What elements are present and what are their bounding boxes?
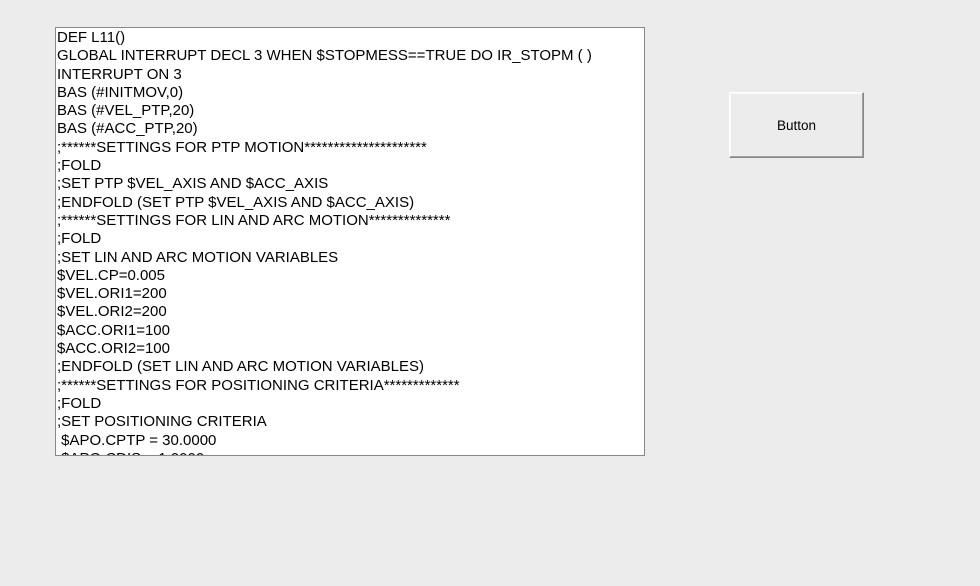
code-textarea[interactable]: DEF L11() GLOBAL INTERRUPT DECL 3 WHEN $… (55, 27, 645, 456)
action-button[interactable]: Button (729, 92, 864, 158)
code-text: DEF L11() GLOBAL INTERRUPT DECL 3 WHEN $… (56, 28, 645, 456)
button-label: Button (777, 118, 816, 133)
